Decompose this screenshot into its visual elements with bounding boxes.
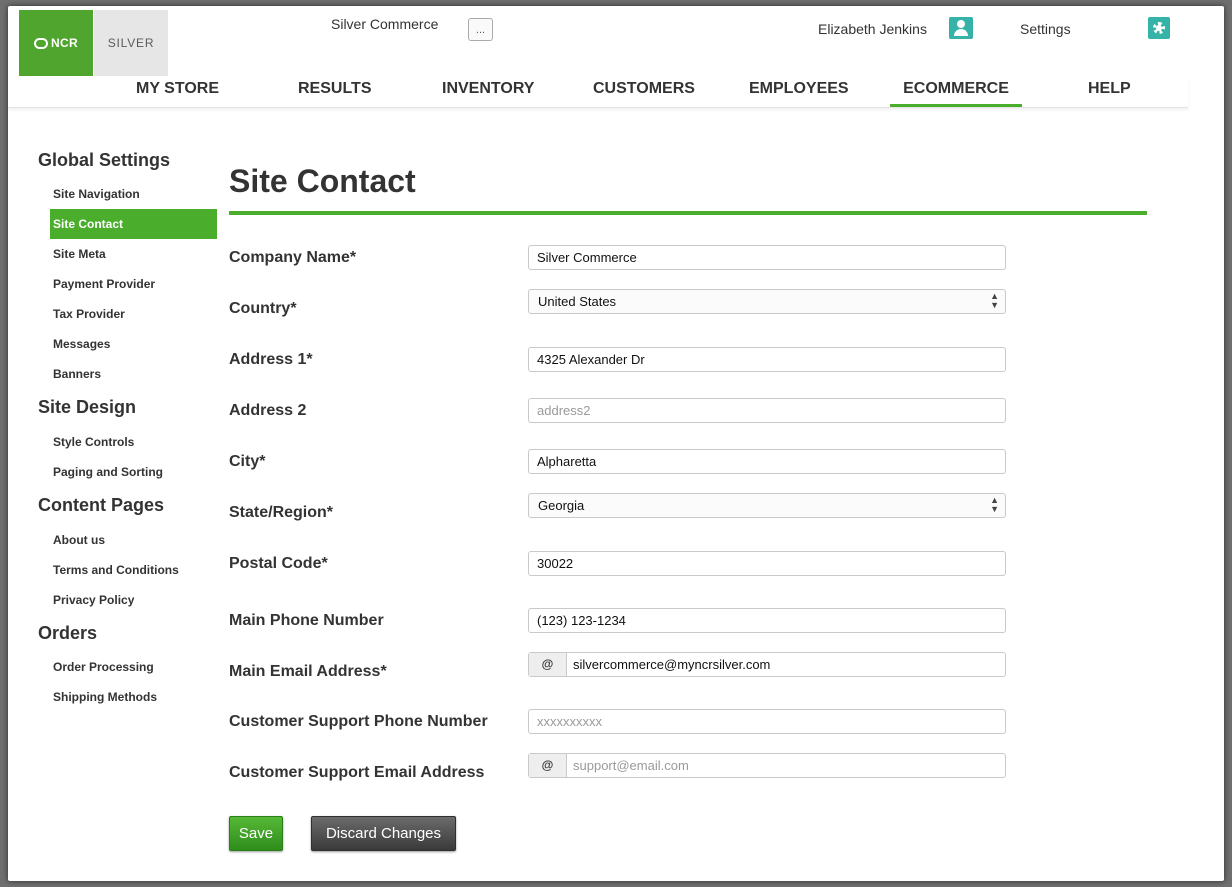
sidebar-item-banners[interactable]: Banners [50,359,217,389]
support-email-group: @ [528,753,1006,778]
at-sign-icon: @ [529,653,567,676]
sidebar-item-style-controls[interactable]: Style Controls [50,427,217,457]
at-sign-icon: @ [529,754,567,777]
sidebar-item-messages[interactable]: Messages [50,329,217,359]
state-label: State/Region* [229,504,334,521]
app-window: NCR SILVER Silver Commerce ... Elizabeth… [8,6,1224,881]
main-email-input[interactable] [567,653,1005,676]
main-email-label: Main Email Address* [229,663,387,680]
main-phone-label: Main Phone Number [229,612,384,629]
sidebar-item-shipping-methods[interactable]: Shipping Methods [50,682,217,712]
country-select[interactable]: United States ▲ ▼ [528,289,1006,314]
postal-code-label: Postal Code* [229,555,328,572]
main-phone-input[interactable] [528,608,1006,633]
save-button[interactable]: Save [229,816,283,851]
postal-code-input[interactable] [528,551,1006,576]
gear-icon-hub [1156,25,1162,31]
select-arrows-icon: ▲ ▼ [990,291,999,310]
ncr-ring-icon [34,37,49,49]
page-title: Site Contact [229,163,416,199]
support-email-input[interactable] [567,754,1005,777]
nav-tab-inventory[interactable]: INVENTORY [442,80,534,104]
state-select[interactable]: Georgia ▲ ▼ [528,493,1006,518]
sidebar-item-site-contact[interactable]: Site Contact [50,209,217,239]
sidebar-section-site-design: Site Design [38,397,137,417]
silver-logo[interactable]: SILVER [94,10,168,76]
sidebar-item-paging-and-sorting[interactable]: Paging and Sorting [50,457,217,487]
company-name-input[interactable] [528,245,1006,270]
city-label: City* [229,453,266,470]
nav-tab-results[interactable]: RESULTS [298,80,371,104]
main-email-group: @ [528,652,1006,677]
company-name-label: Company Name* [229,249,357,266]
title-divider [229,211,1147,215]
gear-icon[interactable] [1148,17,1170,39]
ncr-logo-text: NCR [51,36,78,50]
sidebar-item-site-navigation[interactable]: Site Navigation [50,179,217,209]
settings-link[interactable]: Settings [1020,21,1071,37]
store-name: Silver Commerce [331,16,439,32]
city-input[interactable] [528,449,1006,474]
silver-logo-text: SILVER [107,36,155,50]
user-icon-body [954,29,968,36]
sidebar-item-tax-provider[interactable]: Tax Provider [50,299,217,329]
support-phone-input[interactable] [528,709,1006,734]
nav-tab-help[interactable]: HELP [1088,80,1131,104]
nav-tab-employees[interactable]: EMPLOYEES [749,80,849,104]
support-email-label: Customer Support Email Address [229,764,485,781]
support-phone-label: Customer Support Phone Number [229,713,488,730]
sidebar-item-site-meta[interactable]: Site Meta [50,239,217,269]
address2-label: Address 2 [229,402,307,419]
user-name[interactable]: Elizabeth Jenkins [818,21,927,37]
nav-tab-ecommerce[interactable]: ECOMMERCE [890,80,1022,107]
state-select-value: Georgia [538,498,585,513]
sidebar-item-order-processing[interactable]: Order Processing [50,652,217,682]
sidebar-item-payment-provider[interactable]: Payment Provider [50,269,217,299]
country-select-value: United States [538,294,617,309]
store-switcher-button[interactable]: ... [468,18,493,41]
select-arrows-icon: ▲ ▼ [990,495,999,514]
sidebar-section-content-pages: Content Pages [38,495,165,515]
country-label: Country* [229,300,297,317]
sidebar-item-terms-and-conditions[interactable]: Terms and Conditions [50,555,217,585]
sidebar-item-privacy-policy[interactable]: Privacy Policy [50,585,217,615]
address2-input[interactable] [528,398,1006,423]
sidebar-section-global-settings: Global Settings [38,150,171,170]
address1-label: Address 1* [229,351,313,368]
nav-tab-my-store[interactable]: MY STORE [136,80,219,104]
address1-input[interactable] [528,347,1006,372]
user-icon-head [957,20,965,28]
sidebar-item-about-us[interactable]: About us [50,525,217,555]
main-nav: MY STORE RESULTS INVENTORY CUSTOMERS EMP… [8,76,1188,108]
ncr-logo[interactable]: NCR [19,10,93,76]
nav-tab-customers[interactable]: CUSTOMERS [593,80,695,104]
user-icon[interactable] [949,17,973,39]
sidebar-section-orders: Orders [38,623,98,643]
discard-changes-button[interactable]: Discard Changes [311,816,456,851]
